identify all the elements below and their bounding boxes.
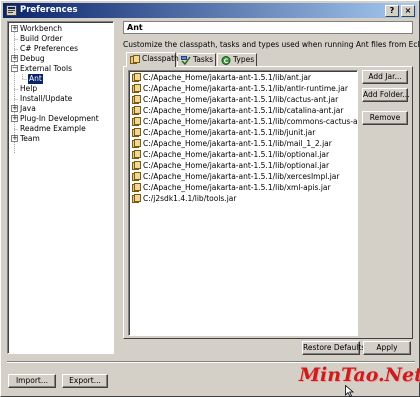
tab-label: Tasks <box>193 55 214 64</box>
tree-item-csharp-preferences[interactable]: C# Preferences <box>8 44 113 54</box>
classpath-entry[interactable]: C:/Apache_Home/jakarta-ant-1.5.1/lib/opt… <box>132 149 354 160</box>
eclipse-app-icon <box>6 5 17 16</box>
tree-item-readme-example[interactable]: Readme Example <box>8 124 113 134</box>
classpath-entry[interactable]: C:/Apache_Home/jakarta-ant-1.5.1/lib/xml… <box>132 182 354 193</box>
jar-file-icon <box>132 128 141 137</box>
add-folder-button[interactable]: Add Folder... <box>362 88 410 102</box>
jar-file-icon <box>132 150 141 159</box>
tree-item-java[interactable]: + Java <box>8 104 113 114</box>
tree-item-label: Ant <box>28 74 43 84</box>
add-jar-button[interactable]: Add Jar... <box>362 70 408 84</box>
expand-icon[interactable]: + <box>11 25 18 32</box>
expand-icon[interactable]: + <box>11 55 18 62</box>
classpath-entry-path: C:/Apache_Home/jakarta-ant-1.5.1/lib/cat… <box>143 106 344 115</box>
classpath-entry[interactable]: C:/Apache_Home/jakarta-ant-1.5.1/lib/opt… <box>132 160 354 171</box>
jar-file-icon <box>132 161 141 170</box>
classpath-entry[interactable]: C:/Apache_Home/jakarta-ant-1.5.1/lib/com… <box>132 116 357 127</box>
classpath-entry-path: C:/Apache_Home/jakarta-ant-1.5.1/lib/mai… <box>143 139 332 148</box>
jar-file-icon <box>132 117 141 126</box>
svg-text:C: C <box>224 57 229 65</box>
expand-icon[interactable]: + <box>11 115 18 122</box>
tree-item-external-tools[interactable]: − External Tools <box>8 64 113 74</box>
jar-file-icon <box>132 95 141 104</box>
classpath-icon <box>130 55 140 64</box>
tab-label: Classpath <box>142 54 179 63</box>
tree-item-label: Debug <box>20 54 45 63</box>
tree-item-team[interactable]: + Team <box>8 134 113 144</box>
collapse-icon[interactable]: − <box>11 65 18 72</box>
classpath-entry-path: C:/Apache_Home/jakarta-ant-1.5.1/lib/xml… <box>143 183 331 192</box>
classpath-entry[interactable]: C:/Apache_Home/jakarta-ant-1.5.1/lib/ant… <box>132 72 354 83</box>
tree-item-workbench[interactable]: + Workbench <box>8 24 113 34</box>
tree-item-label: Plug-In Development <box>20 114 99 123</box>
tree-item-ant[interactable]: Ant <box>8 74 113 84</box>
jar-file-icon <box>132 172 141 181</box>
preferences-window: Preferences ? × + Workbench Build Order <box>0 0 420 397</box>
tree-item-label: Build Order <box>20 34 63 43</box>
tree-item-help[interactable]: Help <box>8 84 113 94</box>
tree-item-label: External Tools <box>20 64 72 73</box>
close-button[interactable]: × <box>401 5 415 17</box>
page-title: Ant <box>123 21 413 34</box>
tree-item-label: Workbench <box>20 24 62 33</box>
tab-types[interactable]: C Types <box>217 53 257 66</box>
classpath-entry-path: C:/Apache_Home/jakarta-ant-1.5.1/lib/com… <box>143 117 358 126</box>
tab-classpath[interactable]: Classpath <box>126 52 179 67</box>
classpath-entry-path: C:/Apache_Home/jakarta-ant-1.5.1/lib/xer… <box>143 172 340 181</box>
jar-file-icon <box>132 183 141 192</box>
jar-file-icon <box>132 73 141 82</box>
classpath-entry-path: C:/Apache_Home/jakarta-ant-1.5.1/lib/jun… <box>143 128 316 137</box>
import-button[interactable]: Import... <box>8 374 56 388</box>
tree-item-label: Java <box>20 104 36 113</box>
tree-item-install-update[interactable]: Install/Update <box>8 94 113 104</box>
classpath-entry-path: C:/Apache_Home/jakarta-ant-1.5.1/lib/ant… <box>143 84 348 93</box>
tree-item-label: Install/Update <box>20 94 73 103</box>
tab-label: Types <box>233 55 255 64</box>
classpath-entry[interactable]: C:/j2sdk1.4.1/lib/tools.jar <box>132 193 354 204</box>
remove-button[interactable]: Remove <box>362 111 408 125</box>
classpath-entry[interactable]: C:/Apache_Home/jakarta-ant-1.5.1/lib/cac… <box>132 94 354 105</box>
classpath-entry[interactable]: C:/Apache_Home/jakarta-ant-1.5.1/lib/xer… <box>132 171 354 182</box>
classpath-entry[interactable]: C:/Apache_Home/jakarta-ant-1.5.1/lib/jun… <box>132 127 354 138</box>
classpath-entry-path: C:/j2sdk1.4.1/lib/tools.jar <box>143 194 237 203</box>
tree-item-label: C# Preferences <box>20 44 79 53</box>
classpath-entry-path: C:/Apache_Home/jakarta-ant-1.5.1/lib/cac… <box>143 95 339 104</box>
classpath-entry-path: C:/Apache_Home/jakarta-ant-1.5.1/lib/ant… <box>143 73 312 82</box>
preference-tree[interactable]: + Workbench Build Order C# Preferences +… <box>7 21 114 354</box>
restore-defaults-button[interactable]: Restore Defaults <box>302 341 365 355</box>
tree-item-debug[interactable]: + Debug <box>8 54 113 64</box>
jar-file-icon <box>132 139 141 148</box>
help-button[interactable]: ? <box>385 5 399 17</box>
mouse-cursor-icon <box>345 385 355 397</box>
jar-file-icon <box>132 84 141 93</box>
classpath-entry[interactable]: C:/Apache_Home/jakarta-ant-1.5.1/lib/ant… <box>132 83 354 94</box>
expand-icon[interactable]: + <box>11 105 18 112</box>
tree-item-label: Readme Example <box>20 124 86 133</box>
classpath-list[interactable]: C:/Apache_Home/jakarta-ant-1.5.1/lib/ant… <box>128 70 358 336</box>
tree-item-label: Help <box>20 84 38 93</box>
jar-file-icon <box>132 106 141 115</box>
jar-file-icon <box>132 194 141 203</box>
classpath-entry-path: C:/Apache_Home/jakarta-ant-1.5.1/lib/opt… <box>143 150 330 159</box>
expand-icon[interactable]: + <box>11 135 18 142</box>
apply-button[interactable]: Apply <box>363 341 411 355</box>
tree-item-label: Team <box>20 134 40 143</box>
tree-item-build-order[interactable]: Build Order <box>8 34 113 44</box>
classpath-entry[interactable]: C:/Apache_Home/jakarta-ant-1.5.1/lib/cat… <box>132 105 354 116</box>
classpath-entry[interactable]: C:/Apache_Home/jakarta-ant-1.5.1/lib/mai… <box>132 138 354 149</box>
title-bar[interactable]: Preferences ? × <box>3 3 417 18</box>
footer-separator <box>7 361 415 363</box>
tree-item-plug-in-development[interactable]: + Plug-In Development <box>8 114 113 124</box>
tasks-icon <box>181 56 191 65</box>
export-button[interactable]: Export... <box>62 374 108 388</box>
window-title: Preferences <box>20 5 78 15</box>
page-description: Customize the classpath, tasks and types… <box>123 40 420 49</box>
tab-tasks[interactable]: Tasks <box>177 53 216 66</box>
types-icon: C <box>221 56 231 65</box>
watermark-logo: MinTao.Net <box>299 364 420 386</box>
classpath-entry-path: C:/Apache_Home/jakarta-ant-1.5.1/lib/opt… <box>143 161 330 170</box>
